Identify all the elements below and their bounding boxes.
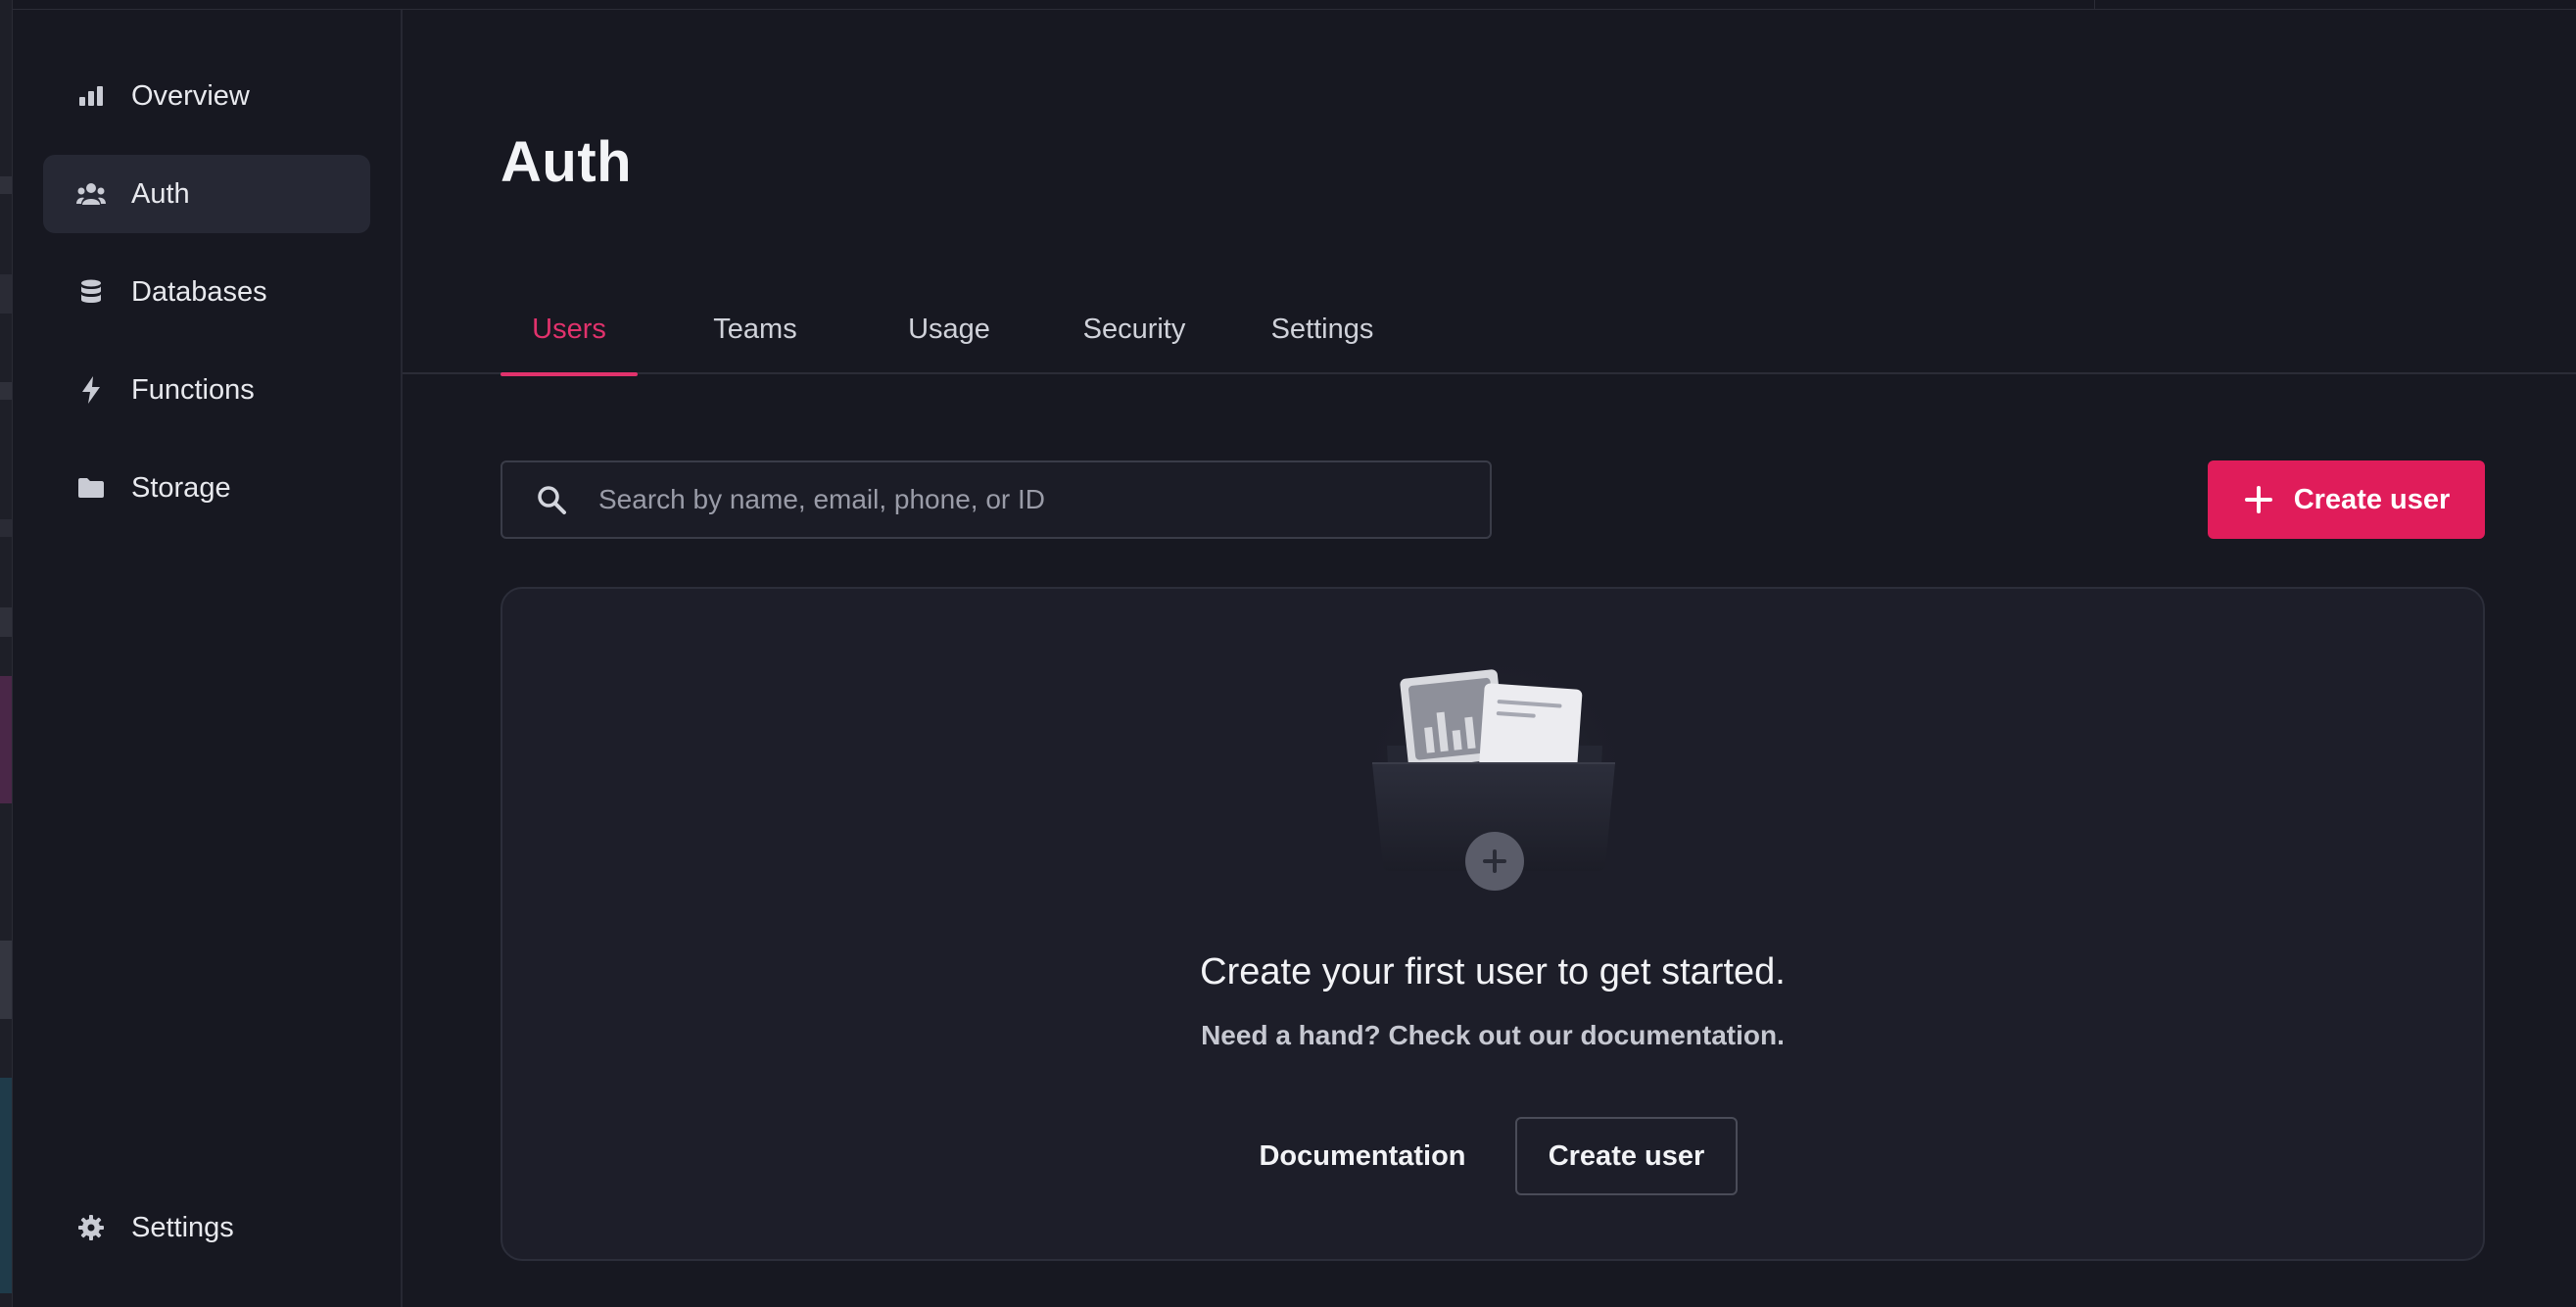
tab-bar: Users Teams Usage Security Settings	[403, 284, 2576, 376]
sidebar-item-label: Overview	[131, 79, 250, 112]
tab-usage[interactable]: Usage	[876, 284, 1023, 374]
sidebar-item-label: Auth	[131, 177, 190, 210]
empty-state-title: Create your first user to get started.	[1200, 951, 1786, 992]
main-content: Auth Users Teams Usage Security Settings…	[403, 10, 2576, 1307]
sidebar: Overview Auth Databases Functions Storag…	[13, 10, 403, 1307]
database-icon	[76, 277, 106, 307]
bar-chart-icon	[76, 81, 106, 111]
plus-icon	[2243, 484, 2274, 515]
lightning-icon	[76, 375, 106, 405]
sidebar-item-label: Functions	[131, 373, 255, 406]
gear-icon	[76, 1213, 106, 1242]
sidebar-item-storage[interactable]: Storage	[43, 449, 370, 527]
documentation-button[interactable]: Documentation	[1250, 1117, 1475, 1195]
sidebar-item-label: Databases	[131, 275, 267, 308]
page-title: Auth	[501, 130, 633, 194]
tab-security[interactable]: Security	[1047, 284, 1221, 374]
folder-icon	[76, 473, 106, 503]
sidebar-item-settings[interactable]: Settings	[43, 1188, 370, 1267]
empty-folder-illustration	[1353, 648, 1637, 893]
search-icon	[532, 480, 571, 519]
search-input[interactable]	[596, 483, 1490, 516]
sidebar-item-label: Settings	[131, 1211, 234, 1243]
search-box	[501, 460, 1492, 539]
sidebar-item-overview[interactable]: Overview	[43, 57, 370, 135]
sidebar-item-databases[interactable]: Databases	[43, 253, 370, 331]
background-window-edge	[0, 0, 13, 1307]
empty-state-subtitle: Need a hand? Check out our documentation…	[1201, 1020, 1785, 1050]
empty-state-create-user-button[interactable]: Create user	[1515, 1117, 1738, 1195]
tab-users[interactable]: Users	[501, 284, 638, 376]
sidebar-item-functions[interactable]: Functions	[43, 351, 370, 429]
sidebar-item-label: Storage	[131, 471, 231, 504]
sidebar-item-auth[interactable]: Auth	[43, 155, 370, 233]
app-window: Overview Auth Databases Functions Storag…	[0, 0, 2576, 1307]
empty-state-card: Create your first user to get started. N…	[501, 587, 2485, 1261]
tab-settings[interactable]: Settings	[1243, 284, 1402, 374]
users-icon	[76, 179, 106, 209]
tab-teams[interactable]: Teams	[684, 284, 827, 374]
create-user-button-label: Create user	[2293, 483, 2451, 515]
top-divider	[13, 0, 2576, 10]
create-user-button[interactable]: Create user	[2208, 460, 2485, 539]
